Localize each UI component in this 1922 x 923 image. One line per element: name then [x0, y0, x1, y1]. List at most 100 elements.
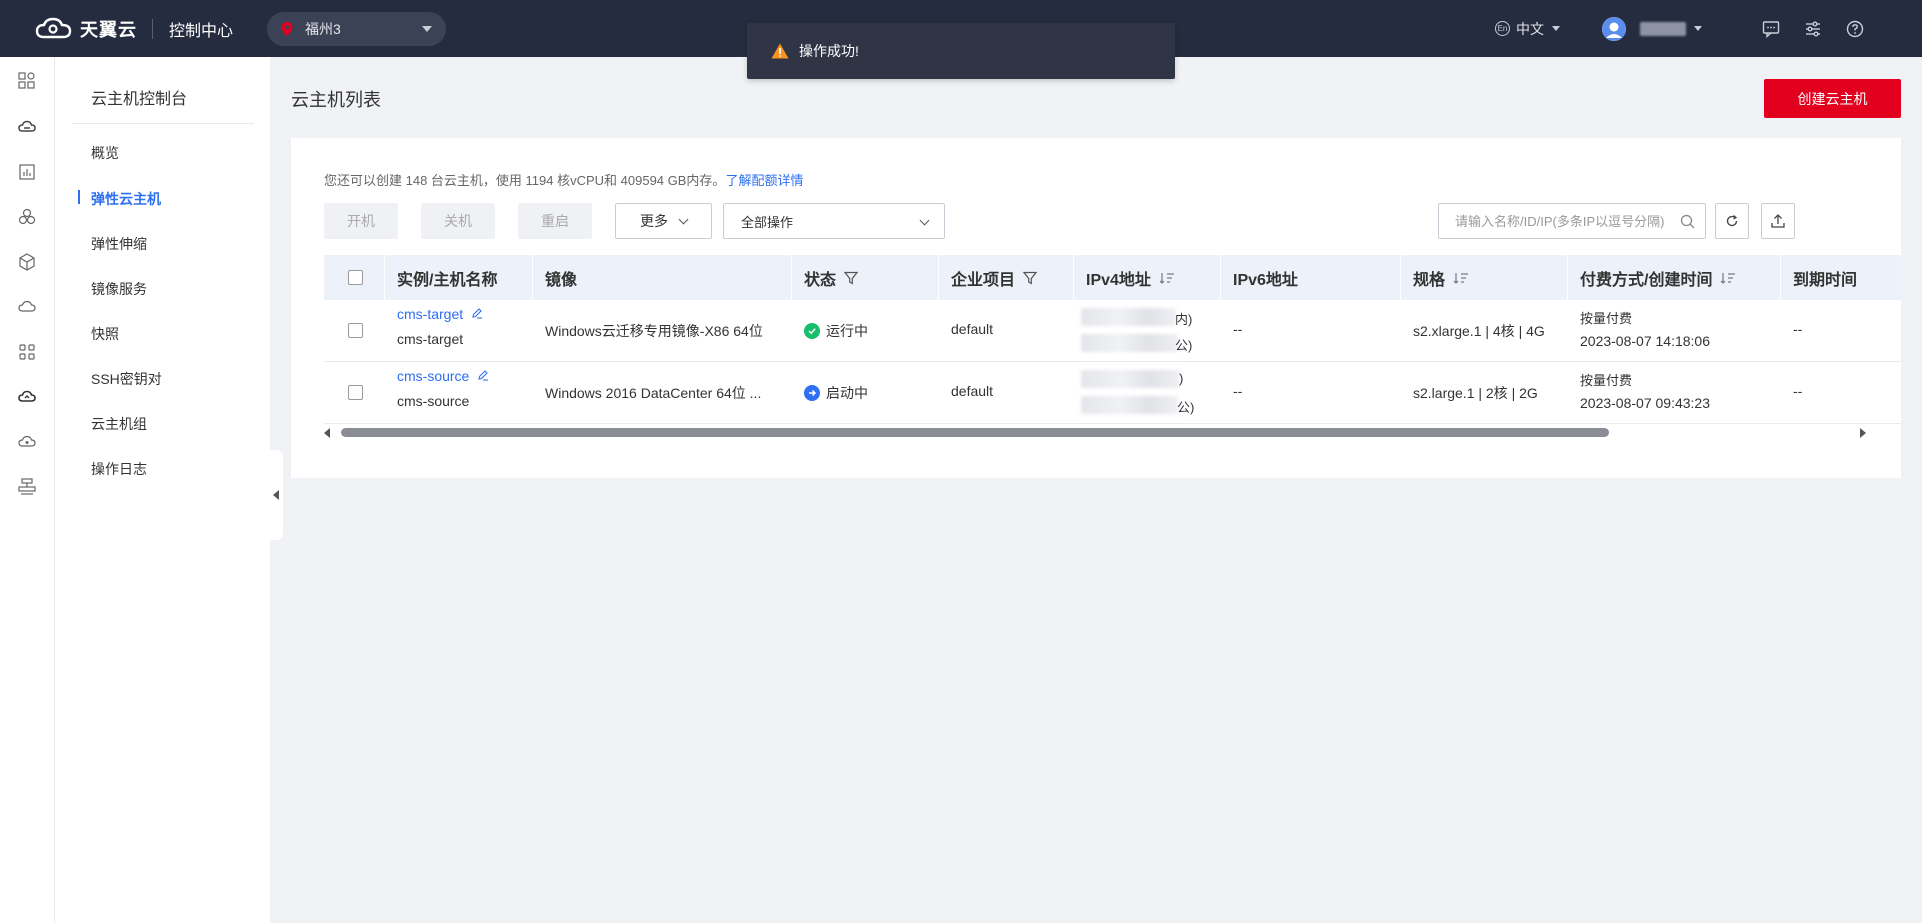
- spec: s2.xlarge.1 | 4核 | 4G: [1413, 323, 1545, 339]
- bar-chart-icon[interactable]: [17, 162, 37, 182]
- caret-left-icon: [272, 490, 279, 500]
- col-ipv6: IPv6地址: [1221, 255, 1401, 300]
- cloud-server-icon[interactable]: [17, 117, 37, 137]
- batch-operation-select[interactable]: 全部操作: [723, 203, 945, 239]
- sidebar-item-server-groups[interactable]: 云主机组: [91, 414, 147, 434]
- filter-icon[interactable]: [844, 271, 859, 285]
- edit-icon[interactable]: [471, 307, 483, 319]
- instance-name-cell: cms-source: [397, 368, 489, 384]
- search-icon[interactable]: [1680, 214, 1695, 229]
- row-checkbox[interactable]: [348, 323, 363, 338]
- enterprise-project: default: [951, 383, 994, 399]
- sidebar-item-snapshots[interactable]: 快照: [91, 324, 119, 344]
- start-button[interactable]: 开机: [324, 203, 398, 239]
- col-expire: 到期时间: [1793, 271, 1858, 289]
- scrollbar-thumb[interactable]: [341, 428, 1609, 437]
- language-switcher[interactable]: En 中文: [1495, 19, 1560, 39]
- user-menu[interactable]: [1602, 16, 1702, 41]
- ipv4-public-redacted: [1081, 334, 1178, 352]
- product-icon-rail: [0, 57, 55, 923]
- quota-info: 您还可以创建 148 台云主机，使用 1194 核vCPU和 409594 GB…: [324, 170, 803, 189]
- active-indicator: [78, 190, 80, 204]
- status-cell: 运行中: [804, 321, 868, 341]
- enterprise-project: default: [951, 321, 994, 337]
- brand-name: 天翼云: [80, 19, 137, 40]
- sidebar-item-ecs[interactable]: 弹性云主机: [91, 189, 161, 209]
- header-tools: En 中文: [1495, 0, 1866, 57]
- side-menu-title: 云主机控制台: [91, 91, 188, 108]
- edit-icon[interactable]: [477, 369, 489, 381]
- select-all-cell: [324, 255, 385, 300]
- collapse-sidebar-button[interactable]: [268, 450, 283, 540]
- sort-icon[interactable]: [1453, 272, 1469, 284]
- settings-sliders-icon[interactable]: [1802, 18, 1824, 40]
- hostname: cms-target: [397, 331, 464, 347]
- created-time: 2023-08-07 14:18:06: [1580, 333, 1710, 349]
- sidebar-item-operation-log[interactable]: 操作日志: [91, 459, 147, 479]
- expire-time: --: [1793, 383, 1803, 399]
- running-check-icon: [804, 323, 820, 339]
- created-time: 2023-08-07 09:43:23: [1580, 395, 1710, 411]
- scroll-left-icon[interactable]: [324, 428, 330, 438]
- sidebar-item-overview[interactable]: 概览: [91, 143, 119, 163]
- cloud-logo-icon: [35, 17, 72, 38]
- more-label: 更多: [640, 213, 668, 229]
- instance-list-card: 您还可以创建 148 台云主机，使用 1194 核vCPU和 409594 GB…: [291, 138, 1901, 478]
- help-icon[interactable]: [1844, 18, 1866, 40]
- dashboard-grid-icon[interactable]: [17, 71, 37, 91]
- sidebar-item-images[interactable]: 镜像服务: [91, 279, 147, 299]
- restart-button[interactable]: 重启: [518, 203, 592, 239]
- sidebar-item-ssh-keys[interactable]: SSH密钥对: [91, 369, 162, 389]
- message-icon[interactable]: [1760, 18, 1782, 40]
- export-button[interactable]: [1761, 203, 1795, 239]
- scroll-right-icon[interactable]: [1860, 428, 1866, 438]
- network-icon[interactable]: [17, 342, 37, 362]
- language-icon: En: [1495, 21, 1510, 36]
- ipv6-address: --: [1233, 383, 1243, 399]
- cluster-icon[interactable]: [17, 207, 37, 227]
- quota-details-link[interactable]: 了解配额详情: [725, 173, 803, 188]
- header-divider: [152, 18, 153, 39]
- ipv4-public-suffix: 公): [1175, 338, 1193, 353]
- cloud-storage-icon[interactable]: [17, 297, 37, 317]
- sort-icon[interactable]: [1159, 272, 1175, 284]
- image-name: Windows 2016 DataCenter 64位 ...: [545, 385, 762, 401]
- filter-icon[interactable]: [1023, 271, 1038, 285]
- brand-logo[interactable]: 天翼云: [34, 16, 144, 42]
- caret-down-icon: [1694, 26, 1702, 31]
- caret-down-icon: [1552, 26, 1560, 31]
- table-row[interactable]: cms-target cms-target Windows云迁移专用镜像-X86…: [324, 300, 1901, 362]
- table-row[interactable]: cms-source cms-source Windows 2016 DataC…: [324, 362, 1901, 424]
- region-selector[interactable]: 福州3: [267, 11, 447, 46]
- sort-icon[interactable]: [1720, 272, 1736, 284]
- ipv6-address: --: [1233, 321, 1243, 337]
- page-title: 云主机列表: [291, 90, 381, 110]
- refresh-button[interactable]: [1715, 203, 1749, 239]
- search-input[interactable]: [1455, 213, 1677, 229]
- row-checkbox[interactable]: [348, 385, 363, 400]
- cloud-sync-icon[interactable]: [17, 387, 37, 407]
- more-actions-button[interactable]: 更多: [615, 203, 712, 239]
- hostname: cms-source: [397, 393, 470, 409]
- ipv4-private-redacted: [1081, 308, 1176, 326]
- cube-icon[interactable]: [17, 252, 37, 272]
- create-instance-button[interactable]: 创建云主机: [1764, 79, 1901, 118]
- instance-name-link[interactable]: cms-source: [397, 368, 469, 384]
- instance-name-link[interactable]: cms-target: [397, 306, 463, 322]
- sidebar-item-autoscaling[interactable]: 弹性伸缩: [91, 234, 147, 254]
- col-status: 状态: [792, 255, 939, 300]
- database-icon[interactable]: [17, 477, 37, 497]
- console-title[interactable]: 控制中心: [169, 17, 233, 41]
- starting-arrow-icon: [804, 385, 820, 401]
- select-all-checkbox[interactable]: [348, 270, 363, 285]
- col-image: 镜像: [533, 255, 792, 300]
- security-icon[interactable]: [17, 432, 37, 452]
- success-toast: 操作成功!: [747, 23, 1175, 79]
- divider: [72, 123, 254, 124]
- user-avatar-icon: [1602, 16, 1626, 41]
- batch-operation-label: 全部操作: [741, 214, 794, 230]
- stop-button[interactable]: 关机: [421, 203, 495, 239]
- billing-mode: 按量付费: [1580, 373, 1633, 388]
- avatar: [1602, 16, 1626, 41]
- horizontal-scrollbar[interactable]: [324, 426, 1866, 440]
